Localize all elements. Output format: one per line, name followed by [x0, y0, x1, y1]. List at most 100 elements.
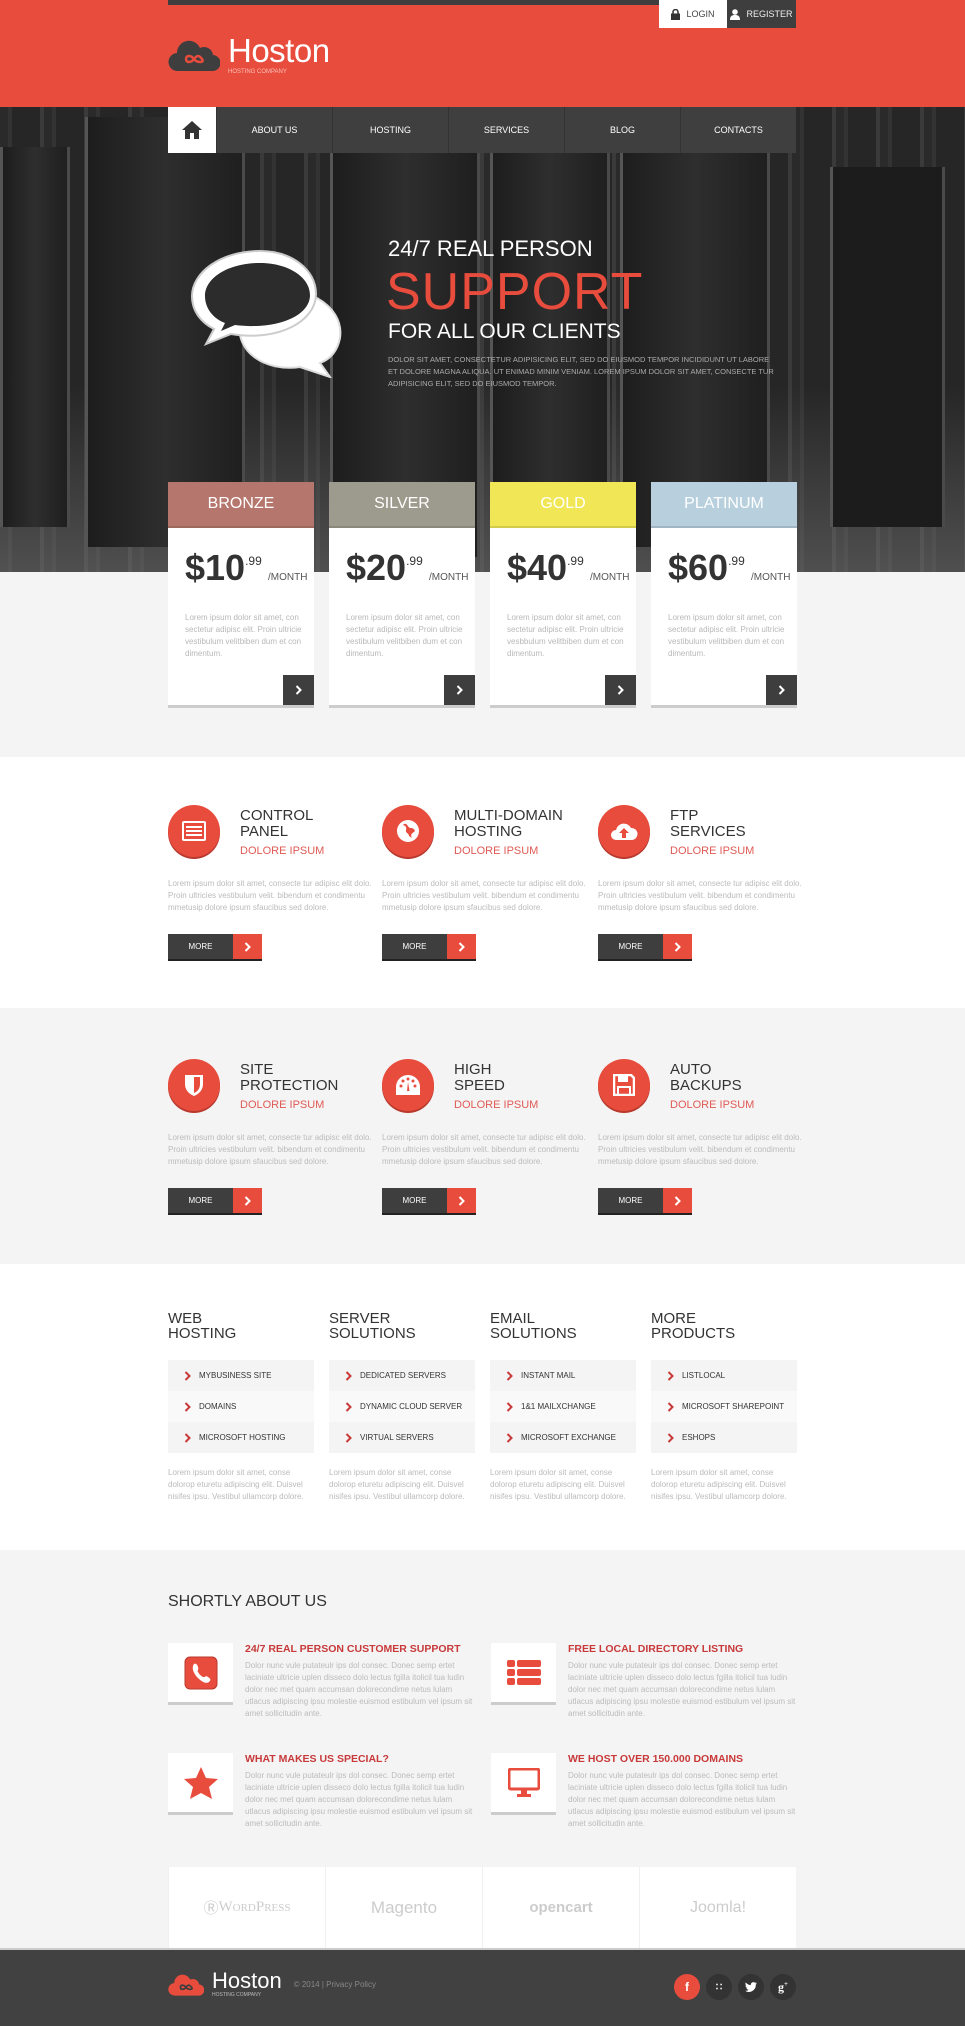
- feature-subtitle: DOLORE IPSUM: [454, 1099, 539, 1111]
- price-cents: .99: [245, 554, 262, 568]
- product-link[interactable]: VIRTUAL SERVERS: [329, 1422, 475, 1453]
- globe-icon: [382, 805, 434, 857]
- plan-price: $10.99/MONTH: [185, 550, 307, 586]
- chevron-right-icon: [667, 1432, 674, 1443]
- joomla-logo[interactable]: Joomla!: [639, 1867, 796, 1948]
- product-link[interactable]: DYNAMIC CLOUD SERVER: [329, 1391, 475, 1422]
- rss-button[interactable]: ∷: [706, 1974, 732, 2000]
- about-item-text: Dolor nunc vule putateulr ips dol consec…: [245, 1771, 473, 1828]
- product-link[interactable]: MICROSOFT HOSTING: [168, 1422, 314, 1453]
- pricing-card-platinum: PLATINUM $60.99/MONTH Lorem ipsum dolor …: [651, 482, 797, 708]
- rss-icon: ∷: [715, 1981, 723, 1993]
- product-link[interactable]: MYBUSINESS SITE: [168, 1360, 314, 1391]
- products-section: [0, 1264, 965, 1550]
- product-link-label: MICROSOFT SHAREPOINT: [682, 1402, 785, 1411]
- main-nav: ABOUT US HOSTING SERVICES BLOG CONTACTS: [168, 107, 796, 153]
- feature-text: Lorem ipsum dolor sit amet, consecte tur…: [598, 1133, 802, 1166]
- product-text: Lorem ipsum dolor sit amet, conse doloro…: [651, 1468, 787, 1501]
- product-link[interactable]: MICROSOFT SHAREPOINT: [651, 1391, 797, 1422]
- chevron-right-icon: [184, 1370, 191, 1381]
- magento-logo[interactable]: Magento: [325, 1867, 482, 1948]
- product-link-label: LISTLOCAL: [682, 1371, 726, 1380]
- wordpress-logo[interactable]: Ⓡ WordPress: [168, 1867, 325, 1948]
- chevron-right-icon: [244, 1195, 251, 1206]
- nav-services[interactable]: SERVICES: [448, 107, 564, 153]
- more-label: MORE: [382, 1188, 447, 1213]
- product-link[interactable]: 1&1 MAILXCHANGE: [490, 1391, 636, 1422]
- product-link[interactable]: DOMAINS: [168, 1391, 314, 1422]
- more-button[interactable]: MORE: [168, 934, 262, 961]
- more-button[interactable]: MORE: [168, 1188, 262, 1215]
- plan-description: Lorem ipsum dolor sit amet, con sectetur…: [346, 613, 463, 658]
- facebook-button[interactable]: f: [674, 1974, 700, 2000]
- price-cents: .99: [567, 554, 584, 568]
- footer-logo[interactable]: Hoston HOSTING COMPANY © 2014 | Privacy …: [168, 1970, 376, 1998]
- price-dollars: $60: [668, 547, 729, 588]
- product-link-label: DOMAINS: [199, 1402, 237, 1411]
- feature-text: Lorem ipsum dolor sit amet, consecte tur…: [168, 1133, 372, 1166]
- cloud-upload-icon: [598, 805, 650, 857]
- footer: [0, 1948, 965, 2026]
- hero-headline: SUPPORT: [386, 263, 644, 321]
- price-period: /MONTH: [268, 572, 308, 583]
- feature-title: AUTO BACKUPS: [670, 1061, 742, 1094]
- price-period: /MONTH: [751, 572, 791, 583]
- about-item-title[interactable]: WHAT MAKES US SPECIAL?: [245, 1753, 389, 1765]
- product-link[interactable]: DEDICATED SERVERS: [329, 1360, 475, 1391]
- register-button[interactable]: REGISTER: [727, 0, 796, 28]
- product-link-label: MICROSOFT EXCHANGE: [521, 1433, 616, 1442]
- price-period: /MONTH: [590, 572, 630, 583]
- about-title: SHORTLY ABOUT US: [168, 1593, 327, 1610]
- more-label: MORE: [598, 934, 663, 959]
- floppy-disk-icon: [598, 1059, 650, 1111]
- chevron-right-icon: [667, 1401, 674, 1412]
- control-panel-icon: [168, 805, 220, 857]
- product-column-more: MORE PRODUCTS LISTLOCAL MICROSOFT SHAREPOI…: [651, 1311, 797, 1503]
- product-link[interactable]: ESHOPS: [651, 1422, 797, 1453]
- about-item-text: Dolor nunc vule putateulr ips dol consec…: [568, 1771, 796, 1828]
- about-item-title[interactable]: FREE LOCAL DIRECTORY LISTING: [568, 1643, 743, 1655]
- product-links: DEDICATED SERVERS DYNAMIC CLOUD SERVER VIR…: [329, 1360, 475, 1453]
- login-button[interactable]: LOGIN: [659, 0, 727, 28]
- more-button[interactable]: MORE: [598, 1188, 692, 1215]
- product-column-email: EMAIL SOLUTIONS INSTANT MAIL 1&1 MAILXCHAN…: [490, 1311, 636, 1503]
- product-link[interactable]: LISTLOCAL: [651, 1360, 797, 1391]
- nav-hosting[interactable]: HOSTING: [332, 107, 448, 153]
- pricing-card-gold: GOLD $40.99/MONTH Lorem ipsum dolor sit …: [490, 482, 636, 708]
- logo[interactable]: Hoston HOSTING COMPANY: [168, 34, 330, 75]
- register-label: REGISTER: [746, 9, 793, 19]
- feature-title: HIGH SPEED: [454, 1061, 505, 1094]
- plan-select-button[interactable]: [605, 675, 636, 705]
- plan-select-button[interactable]: [444, 675, 475, 705]
- opencart-logo[interactable]: opencart: [482, 1867, 639, 1948]
- google-plus-button[interactable]: g+: [770, 1974, 796, 2000]
- more-button[interactable]: MORE: [598, 934, 692, 961]
- hero-line-3: FOR ALL OUR CLIENTS: [388, 320, 621, 343]
- about-item: WE HOST OVER 150.000 DOMAINS Dolor nunc …: [491, 1753, 795, 1828]
- product-link[interactable]: INSTANT MAIL: [490, 1360, 636, 1391]
- nav-about-us[interactable]: ABOUT US: [216, 107, 332, 153]
- plan-name: PLATINUM: [651, 482, 797, 528]
- login-label: LOGIN: [686, 9, 715, 19]
- nav-blog[interactable]: BLOG: [564, 107, 680, 153]
- chevron-right-icon: [506, 1432, 513, 1443]
- plan-description: Lorem ipsum dolor sit amet, con sectetur…: [668, 613, 785, 658]
- twitter-button[interactable]: [738, 1974, 764, 2000]
- nav-contacts[interactable]: CONTACTS: [680, 107, 796, 153]
- star-icon: [168, 1753, 233, 1815]
- plan-name: GOLD: [490, 482, 636, 528]
- product-link[interactable]: MICROSOFT EXCHANGE: [490, 1422, 636, 1453]
- feature-subtitle: DOLORE IPSUM: [240, 845, 325, 857]
- about-item-title[interactable]: WE HOST OVER 150.000 DOMAINS: [568, 1753, 743, 1765]
- shield-icon: [168, 1059, 220, 1111]
- plan-select-button[interactable]: [766, 675, 797, 705]
- product-link-label: VIRTUAL SERVERS: [360, 1433, 434, 1442]
- home-icon: [182, 121, 202, 139]
- nav-home[interactable]: [168, 107, 216, 153]
- plan-select-button[interactable]: [283, 675, 314, 705]
- about-item-title[interactable]: 24/7 REAL PERSON CUSTOMER SUPPORT: [245, 1643, 461, 1655]
- more-arrow: [663, 1188, 692, 1213]
- more-button[interactable]: MORE: [382, 934, 476, 961]
- footer-copyright[interactable]: © 2014 | Privacy Policy: [294, 1980, 376, 1989]
- more-button[interactable]: MORE: [382, 1188, 476, 1215]
